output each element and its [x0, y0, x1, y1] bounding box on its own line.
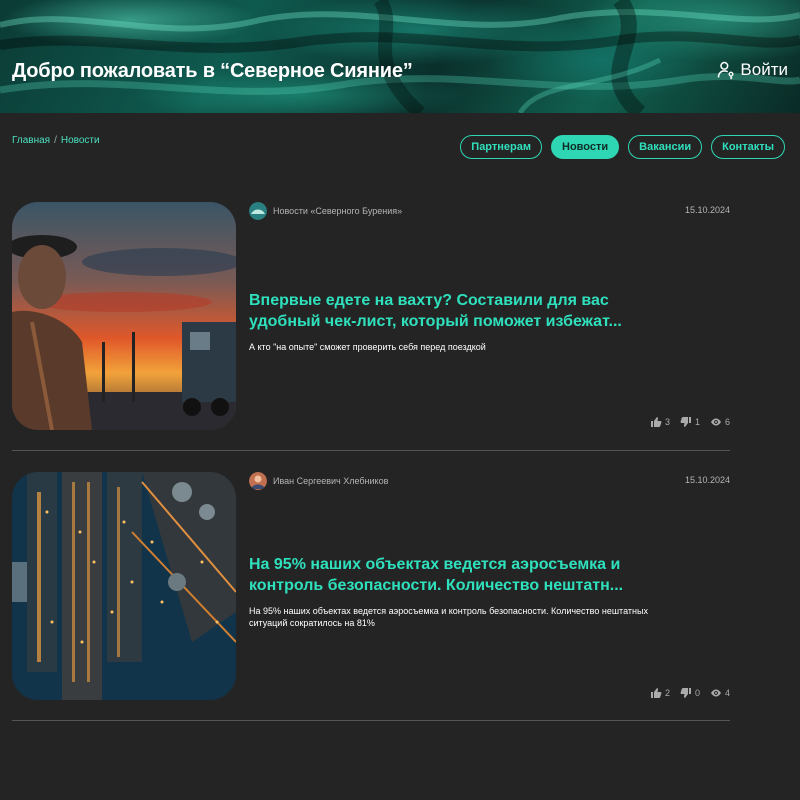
post-author[interactable]: Новости «Северного Бурения»	[273, 206, 402, 216]
like-button[interactable]: 2	[650, 687, 670, 699]
breadcrumb: Главная / Новости	[12, 135, 100, 146]
post-date: 15.10.2024	[684, 205, 730, 215]
thumbs-up-icon	[650, 417, 662, 427]
news-card[interactable]: Иван Сергеевич Хлебников 15.10.2024 На 9…	[12, 472, 730, 700]
news-card[interactable]: Новости «Северного Бурения» 15.10.2024 В…	[12, 202, 730, 430]
post-stats: 2 0 4	[650, 687, 730, 699]
post-image-sunset-worker[interactable]	[12, 202, 236, 430]
like-count: 3	[664, 417, 670, 427]
post-stats: 3 1 6	[650, 416, 730, 428]
thumbs-up-icon	[650, 688, 662, 698]
post-title[interactable]: Впервые едете на вахту? Составили для ва…	[249, 290, 639, 332]
like-button[interactable]: 3	[650, 416, 670, 428]
dislike-count: 1	[694, 417, 700, 427]
nav-news[interactable]: Новости	[551, 135, 620, 159]
user-key-icon	[718, 61, 734, 80]
login-label: Войти	[740, 60, 788, 79]
breadcrumb-home[interactable]: Главная	[12, 135, 50, 146]
post-meta: Новости «Северного Бурения» 15.10.2024	[249, 202, 730, 220]
views-stat: 4	[710, 687, 730, 699]
dislike-button[interactable]: 0	[680, 687, 700, 699]
breadcrumb-separator: /	[54, 135, 57, 146]
breadcrumb-current: Новости	[60, 135, 100, 146]
divider	[12, 450, 730, 451]
post-meta: Иван Сергеевич Хлебников 15.10.2024	[249, 472, 730, 490]
post-excerpt: А кто "на опыте" сможет проверить себя п…	[249, 342, 486, 352]
like-count: 2	[664, 688, 670, 698]
post-date: 15.10.2024	[684, 475, 730, 485]
post-excerpt: На 95% наших объектах ведется аэросъемка…	[249, 606, 648, 628]
views-stat: 6	[710, 416, 730, 428]
view-count: 4	[724, 688, 730, 698]
thumbs-down-icon	[680, 688, 691, 698]
nav-partners[interactable]: Партнерам	[460, 135, 543, 159]
dislike-button[interactable]: 1	[680, 416, 700, 428]
author-avatar[interactable]	[249, 202, 267, 220]
view-count: 6	[724, 417, 730, 427]
nav-contacts[interactable]: Контакты	[711, 135, 785, 159]
author-avatar[interactable]	[249, 472, 267, 490]
eye-icon	[710, 418, 721, 426]
post-image-aerial-facility[interactable]	[12, 472, 236, 700]
eye-icon	[710, 689, 721, 697]
hero-header: Добро пожаловать в “Северное Сияние” Вой…	[0, 0, 800, 113]
post-title[interactable]: На 95% наших объектах ведется аэросъемка…	[249, 554, 639, 596]
main-nav: Партнерам Новости Вакансии Контакты	[460, 135, 785, 159]
thumbs-down-icon	[680, 417, 691, 427]
site-title: Добро пожаловать в “Северное Сияние”	[12, 60, 413, 82]
nav-vacancies[interactable]: Вакансии	[628, 135, 703, 159]
login-button[interactable]: Войти	[716, 60, 788, 80]
post-author[interactable]: Иван Сергеевич Хлебников	[273, 476, 388, 486]
header-background-art	[0, 0, 800, 113]
dislike-count: 0	[694, 688, 700, 698]
divider	[12, 720, 730, 721]
